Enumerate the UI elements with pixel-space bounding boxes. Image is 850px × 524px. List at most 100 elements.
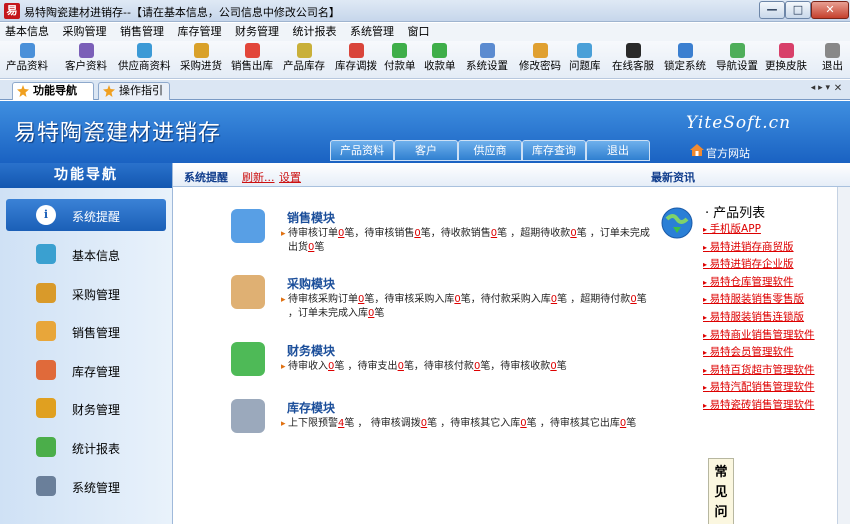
menu-system[interactable]: 系统管理 xyxy=(345,23,399,41)
nav-item-basic-info[interactable]: 基本信息 xyxy=(6,238,166,270)
toolbar-navigation-button[interactable]: 导航设置 xyxy=(716,43,758,77)
menu-finance[interactable]: 财务管理 xyxy=(230,23,284,41)
password-icon xyxy=(532,43,548,58)
menu-sales[interactable]: 销售管理 xyxy=(115,23,169,41)
product-link[interactable]: 易特进销存企业版 xyxy=(703,256,794,271)
toolbar-skin-button[interactable]: 更换皮肤 xyxy=(765,43,807,77)
toolbar-payment-button[interactable]: 付款单 xyxy=(384,43,416,77)
tab-scroll-arrows[interactable]: ◂ ▸ ▾ xyxy=(811,83,830,93)
home-icon[interactable] xyxy=(690,144,704,156)
tab-function-nav[interactable]: 功能导航 xyxy=(12,82,94,100)
banner-supplier-button[interactable]: 供应商 xyxy=(458,140,522,161)
nav-item-purchase[interactable]: 采购管理 xyxy=(6,277,166,309)
toolbar-button-label: 产品库存 xyxy=(283,60,325,72)
refresh-link[interactable]: 刷新... xyxy=(242,169,275,185)
toolbar-sales-button[interactable]: 销售出库 xyxy=(231,43,273,77)
menu-purchase[interactable]: 采购管理 xyxy=(58,23,112,41)
product-link[interactable]: 易特汽配销售管理软件 xyxy=(703,379,815,394)
product-link[interactable]: 易特百货超市管理软件 xyxy=(703,362,815,377)
nav-item-system-alerts[interactable]: i 系统提醒 xyxy=(6,199,166,231)
module-summary: 待审收入0笔 ，待审支出0笔，待审核付款0笔，待审核收款0笔 xyxy=(281,360,651,374)
sales-icon xyxy=(244,43,260,58)
navigation-icon xyxy=(729,43,745,58)
settings-link[interactable]: 设置 xyxy=(279,169,301,185)
module-title[interactable]: 库存模块 xyxy=(287,399,335,416)
cube-icon xyxy=(36,244,56,264)
toolbar-customer-button[interactable]: 客户资料 xyxy=(65,43,107,77)
tab-close-icon[interactable]: ✕ xyxy=(832,83,844,95)
nav-item-sales[interactable]: 销售管理 xyxy=(6,315,166,347)
toolbar-receipt-button[interactable]: 收款单 xyxy=(424,43,456,77)
toolbar-stock-button[interactable]: 产品库存 xyxy=(283,43,325,77)
banner-customer-button[interactable]: 客户 xyxy=(394,140,458,161)
module-title[interactable]: 销售模块 xyxy=(287,209,335,226)
toolbar-question-button[interactable]: 问题库 xyxy=(569,43,601,77)
toolbar-button-label: 销售出库 xyxy=(231,60,273,72)
banner-product-button[interactable]: 产品资料 xyxy=(330,140,394,161)
product-link[interactable]: 手机版APP xyxy=(703,221,761,236)
toolbar: 产品资料 客户资料 供应商资料 采购进货 销售出库 产品库存 库存调拨 付款单 收款单 系统设置修… xyxy=(0,41,850,79)
toolbar-qq-button[interactable]: 在线客服 xyxy=(612,43,654,77)
banner-stock-query-button[interactable]: 库存查询 xyxy=(522,140,586,161)
nav-item-reports[interactable]: 统计报表 xyxy=(6,431,166,463)
menu-window[interactable]: 窗口 xyxy=(403,23,435,41)
module-title[interactable]: 采购模块 xyxy=(287,275,335,292)
chart-icon xyxy=(36,437,56,457)
menu-basic-info[interactable]: 基本信息 xyxy=(0,23,54,41)
toolbar-lock-button[interactable]: 锁定系统 xyxy=(664,43,706,77)
nav-item-stock[interactable]: 库存管理 xyxy=(6,354,166,386)
window-title: 易特陶瓷建材进销存--【请在基本信息，公司信息中修改公司名】 xyxy=(24,6,340,19)
scrollbar[interactable] xyxy=(837,187,850,524)
official-site-link[interactable]: 官方网站 xyxy=(706,145,750,161)
close-button[interactable]: ✕ xyxy=(811,1,849,19)
minimize-button[interactable]: — xyxy=(759,1,785,19)
menu-reports[interactable]: 统计报表 xyxy=(288,23,342,41)
product-link[interactable]: 易特进销存商贸版 xyxy=(703,239,794,254)
supplier-icon xyxy=(136,43,152,58)
nav-item-finance[interactable]: 财务管理 xyxy=(6,392,166,424)
tab-operation-guide[interactable]: 操作指引 xyxy=(98,82,170,100)
nav-item-system[interactable]: 系统管理 xyxy=(6,470,166,502)
toolbar-password-button[interactable]: 修改密码 xyxy=(519,43,561,77)
nav-item-label: 基本信息 xyxy=(72,249,121,263)
toolbar-settings-button[interactable]: 系统设置 xyxy=(466,43,508,77)
database-icon xyxy=(231,399,265,433)
maximize-button[interactable]: □ xyxy=(785,1,811,19)
product-link[interactable]: 易特商业销售管理软件 xyxy=(703,327,815,342)
product-link[interactable]: 易特会员管理软件 xyxy=(703,344,794,359)
module-text: 待审核订单 xyxy=(288,228,338,239)
toolbar-button-label: 采购进货 xyxy=(180,60,222,72)
book-icon xyxy=(231,209,265,243)
module-text: 笔，待审核付款 xyxy=(403,361,474,372)
toolbar-supplier-button[interactable]: 供应商资料 xyxy=(118,43,171,77)
menu-stock[interactable]: 库存管理 xyxy=(173,23,227,41)
qq-icon xyxy=(625,43,641,58)
toolbar-button-label: 在线客服 xyxy=(612,60,654,72)
module-title[interactable]: 财务模块 xyxy=(287,342,335,359)
stock-icon xyxy=(296,43,312,58)
house-icon xyxy=(36,360,56,380)
toolbar-product-button[interactable]: 产品资料 xyxy=(6,43,48,77)
module-text: 笔 ，待审支出 xyxy=(334,361,398,372)
left-panel-header: 功能导航 xyxy=(0,163,172,188)
product-link[interactable]: 易特瓷砖销售管理软件 xyxy=(703,397,815,412)
product-link[interactable]: 易特仓库管理软件 xyxy=(703,274,794,289)
toolbar-exit-button[interactable]: 退出 xyxy=(822,43,843,77)
basket-icon xyxy=(36,283,56,303)
toolbar-button-label: 产品资料 xyxy=(6,60,48,72)
product-list-title: 产品列表 xyxy=(705,202,765,221)
module-text: 笔 xyxy=(556,361,567,372)
banner-exit-button[interactable]: 退出 xyxy=(586,140,650,161)
product-link[interactable]: 易特服装销售连锁版 xyxy=(703,309,805,324)
toolbar-transfer-button[interactable]: 库存调拨 xyxy=(335,43,377,77)
toolbar-button-label: 系统设置 xyxy=(466,60,508,72)
banner-title: 易特陶瓷建材进销存 xyxy=(14,121,222,146)
toolbar-button-label: 锁定系统 xyxy=(664,60,706,72)
toolbar-purchase-button[interactable]: 采购进货 xyxy=(180,43,222,77)
banner-brand: YiteSoft.cn xyxy=(686,113,792,133)
faq-box[interactable]: 常见问 xyxy=(708,458,734,524)
nav-item-label: 统计报表 xyxy=(72,442,121,456)
star-icon xyxy=(17,85,29,97)
content-header: 系统提醒 刷新... 设置 最新资讯 xyxy=(173,163,850,187)
product-link[interactable]: 易特服装销售零售版 xyxy=(703,291,805,306)
